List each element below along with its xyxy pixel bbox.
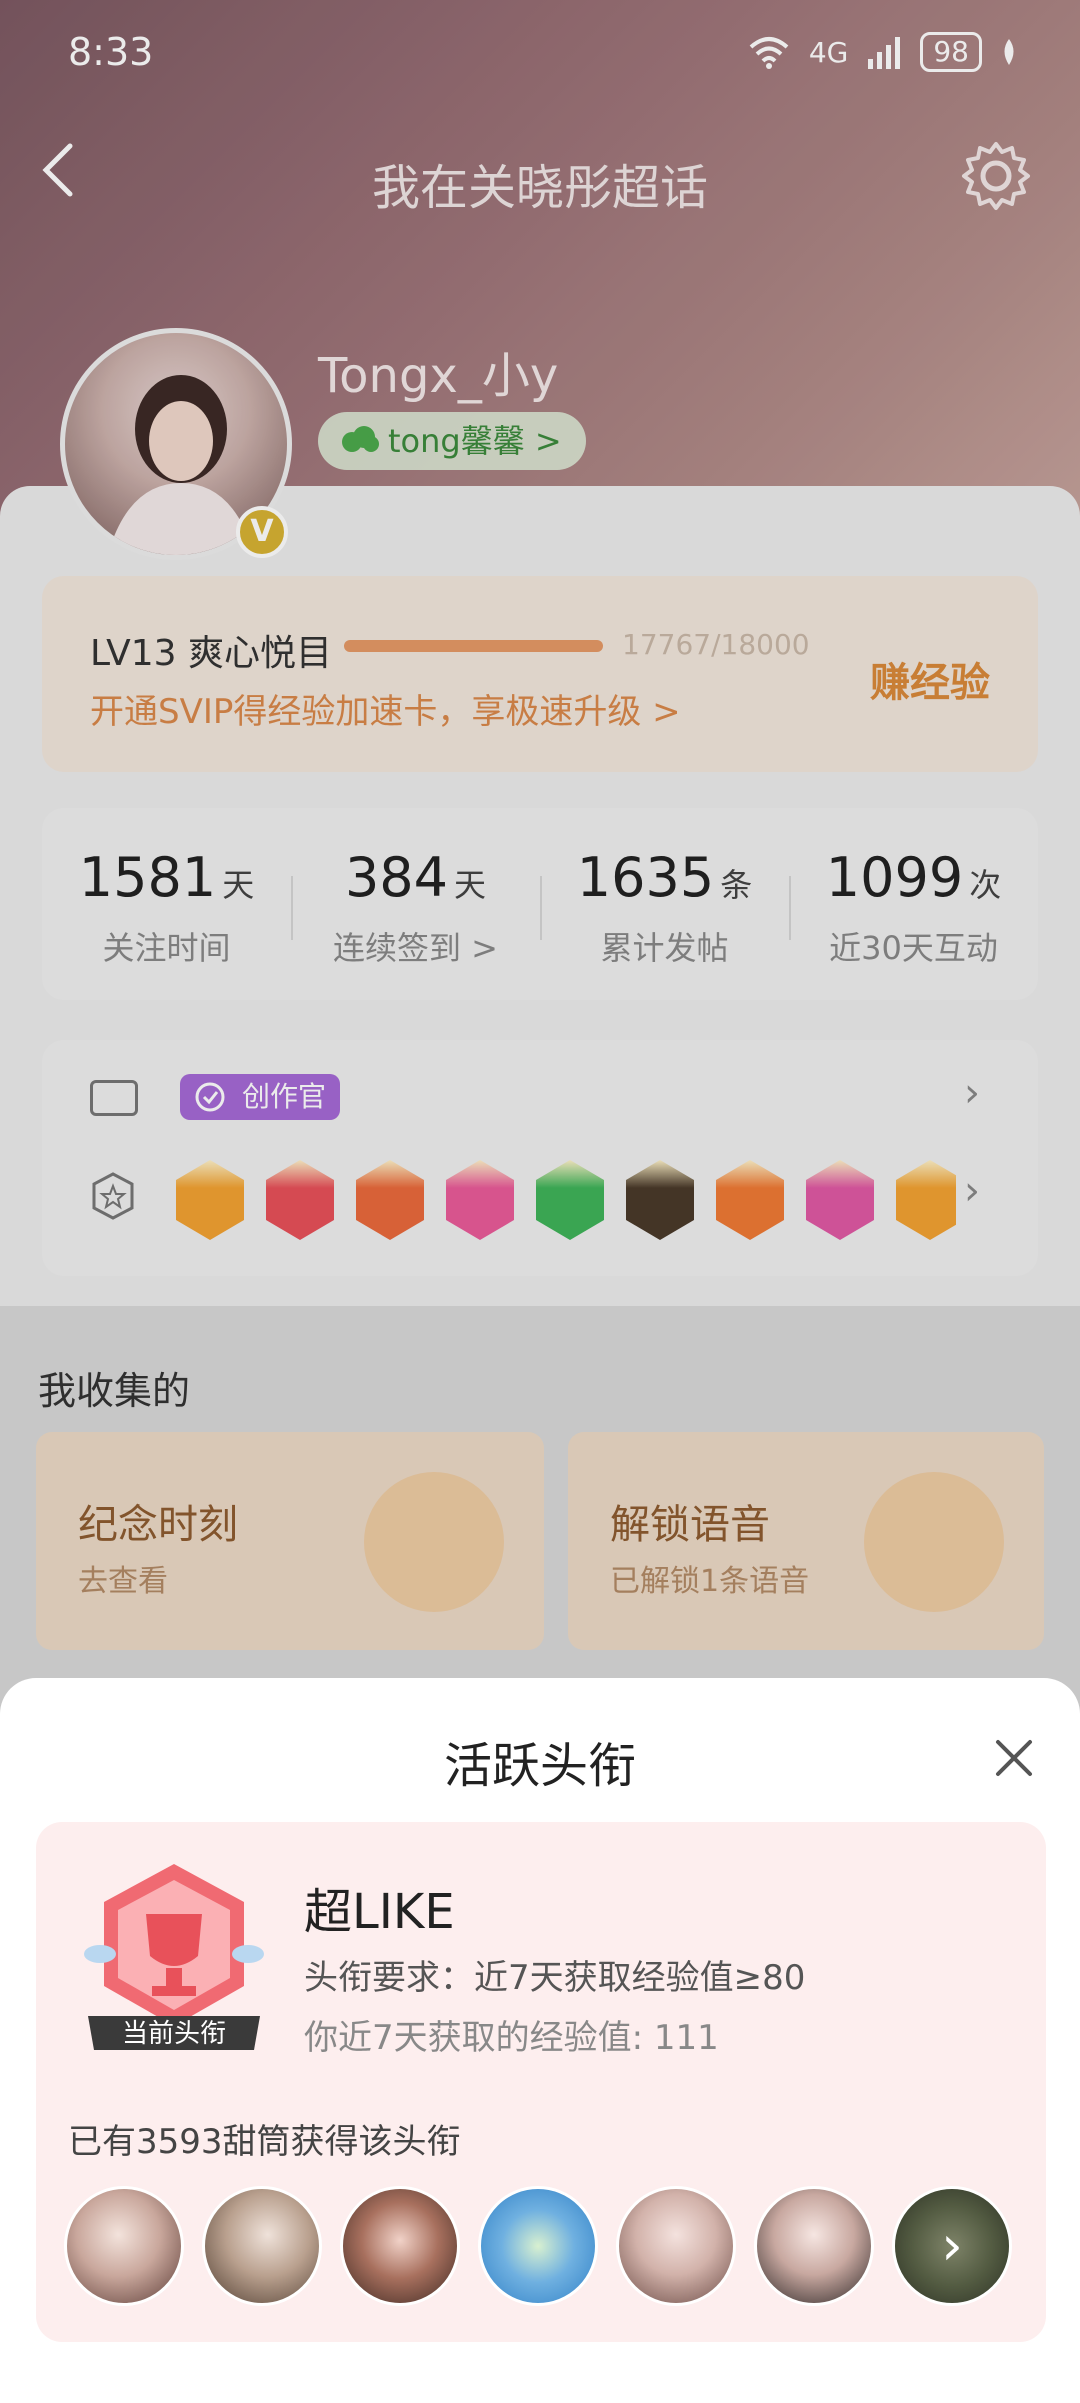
trophy-badge: 当前头衔 bbox=[84, 1858, 264, 2054]
badge-name: 超LIKE bbox=[304, 1884, 455, 1940]
avatar[interactable] bbox=[754, 2186, 874, 2306]
avatar[interactable] bbox=[64, 2186, 184, 2306]
my-exp-value: 你近7天获取的经验值: 111 bbox=[304, 2018, 719, 2058]
owner-avatars: › bbox=[64, 2186, 1012, 2306]
trophy-icon: 当前头衔 bbox=[84, 1864, 264, 2050]
avatar[interactable] bbox=[340, 2186, 460, 2306]
sheet-title: 活跃头衔 bbox=[443, 1738, 636, 1794]
avatar[interactable] bbox=[478, 2186, 598, 2306]
title-detail-card: 当前头衔 超LIKE 头衔要求：近7天获取经验值≥80 你近7天获取的经验值: … bbox=[36, 1822, 1046, 2342]
avatar[interactable] bbox=[202, 2186, 322, 2306]
badge-requirement: 头衔要求：近7天获取经验值≥80 bbox=[304, 1958, 806, 1998]
avatar[interactable] bbox=[616, 2186, 736, 2306]
chevron-right-icon[interactable]: › bbox=[895, 2189, 1009, 2303]
close-icon[interactable] bbox=[984, 1728, 1044, 1788]
active-title-sheet: 活跃头衔 当前头衔 超LIKE 头衔要求：近7天获取经验值≥80 你近7天获取的… bbox=[0, 1678, 1080, 2403]
current-title-label: 当前头衔 bbox=[122, 2019, 226, 2049]
owners-count: 已有3593甜筒获得该头衔 bbox=[68, 2122, 461, 2162]
avatar[interactable]: › bbox=[892, 2186, 1012, 2306]
